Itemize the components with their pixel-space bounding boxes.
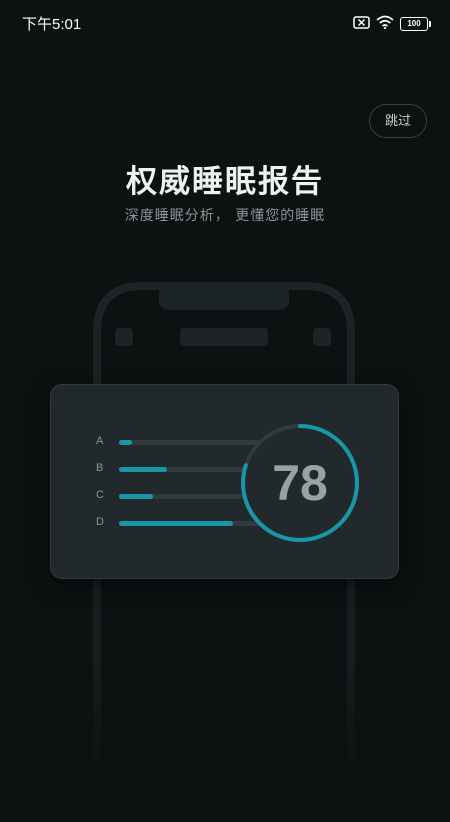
bar-fill xyxy=(119,440,132,445)
status-icons: 100 xyxy=(353,14,431,33)
page-title: 权威睡眠报告 xyxy=(126,164,324,200)
report-card: A B C D 78 xyxy=(50,384,399,579)
wifi-icon xyxy=(376,14,394,33)
sleep-score: 78 xyxy=(272,455,328,511)
status-time: 下午5:01 xyxy=(22,16,82,33)
bar-label: B xyxy=(96,462,104,474)
sim-blocked-icon xyxy=(353,14,370,33)
bar-label: D xyxy=(96,516,104,528)
status-bar: 下午5:01 100 xyxy=(0,0,450,46)
bar-fill xyxy=(119,467,167,472)
page-subtitle: 深度睡眠分析， 更懂您的睡眠 xyxy=(124,208,326,224)
bar-fill xyxy=(119,521,233,526)
bar-label: C xyxy=(96,489,104,501)
skip-button[interactable]: 跳过 xyxy=(369,104,427,138)
bar-fill xyxy=(119,494,153,499)
bar-label: A xyxy=(96,435,104,447)
battery-icon: 100 xyxy=(400,16,431,31)
